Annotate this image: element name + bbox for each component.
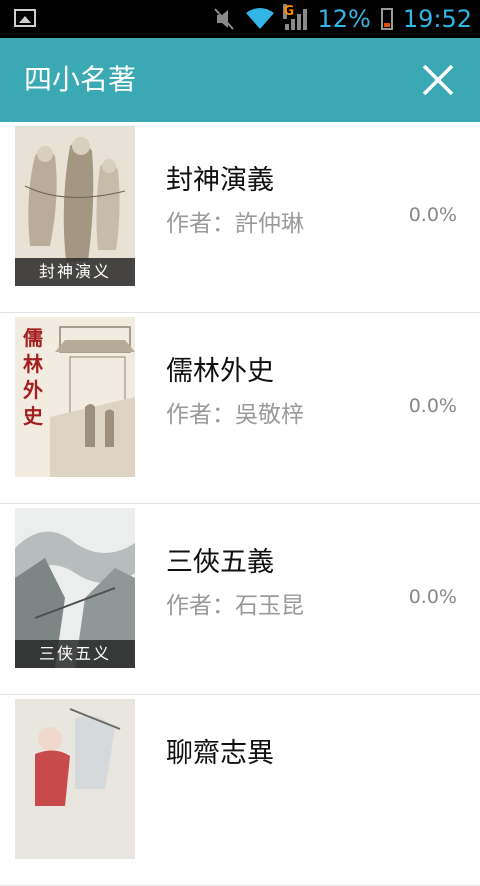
book-cover: 三侠五义: [15, 508, 135, 668]
book-title: 儒林外史: [166, 356, 274, 387]
book-cover: 儒林外史: [15, 317, 135, 477]
battery-percent: 12%: [317, 5, 371, 33]
list-item[interactable]: 聊齋志異: [0, 695, 480, 886]
battery-icon: [380, 8, 393, 30]
book-author: 作者：吳敬梓: [166, 402, 304, 428]
book-progress: 0.0%: [408, 586, 457, 608]
book-author: 作者：石玉昆: [166, 593, 304, 619]
cover-caption: 三侠五义: [15, 640, 135, 668]
clock: 19:52: [402, 5, 472, 33]
mute-icon: [214, 8, 235, 30]
book-progress: 0.0%: [408, 395, 457, 417]
network-type-label: G: [283, 4, 295, 19]
book-title: 封神演義: [166, 165, 274, 196]
book-title: 三俠五義: [166, 547, 274, 578]
wifi-icon: [246, 8, 275, 29]
book-author: 作者：許仲琳: [166, 211, 304, 237]
list-item[interactable]: 封神演义 封神演義 作者：許仲琳 0.0%: [0, 122, 480, 313]
book-title: 聊齋志異: [166, 738, 274, 769]
cover-vertical-title: 儒林外史: [23, 326, 43, 428]
action-bar: 四小名著: [0, 38, 480, 122]
cover-caption: 封神演义: [15, 258, 135, 286]
list-item[interactable]: 儒林外史 儒林外史 作者：吳敬梓 0.0%: [0, 313, 480, 504]
image-notification-icon: [14, 9, 36, 27]
page-title: 四小名著: [24, 63, 137, 96]
book-progress: 0.0%: [408, 204, 457, 226]
book-cover: 封神演义: [15, 126, 135, 286]
signal-icon: G: [283, 4, 308, 30]
list-item[interactable]: 三侠五义 三俠五義 作者：石玉昆 0.0%: [0, 504, 480, 695]
close-icon[interactable]: [418, 60, 458, 100]
book-cover: [15, 699, 135, 859]
status-right: G 12% 19:52: [213, 0, 472, 38]
book-list: 封神演义 封神演義 作者：許仲琳 0.0% 儒林外史 儒林外史 作者：吳敬梓 0…: [0, 122, 480, 886]
status-bar: G 12% 19:52: [0, 0, 480, 38]
